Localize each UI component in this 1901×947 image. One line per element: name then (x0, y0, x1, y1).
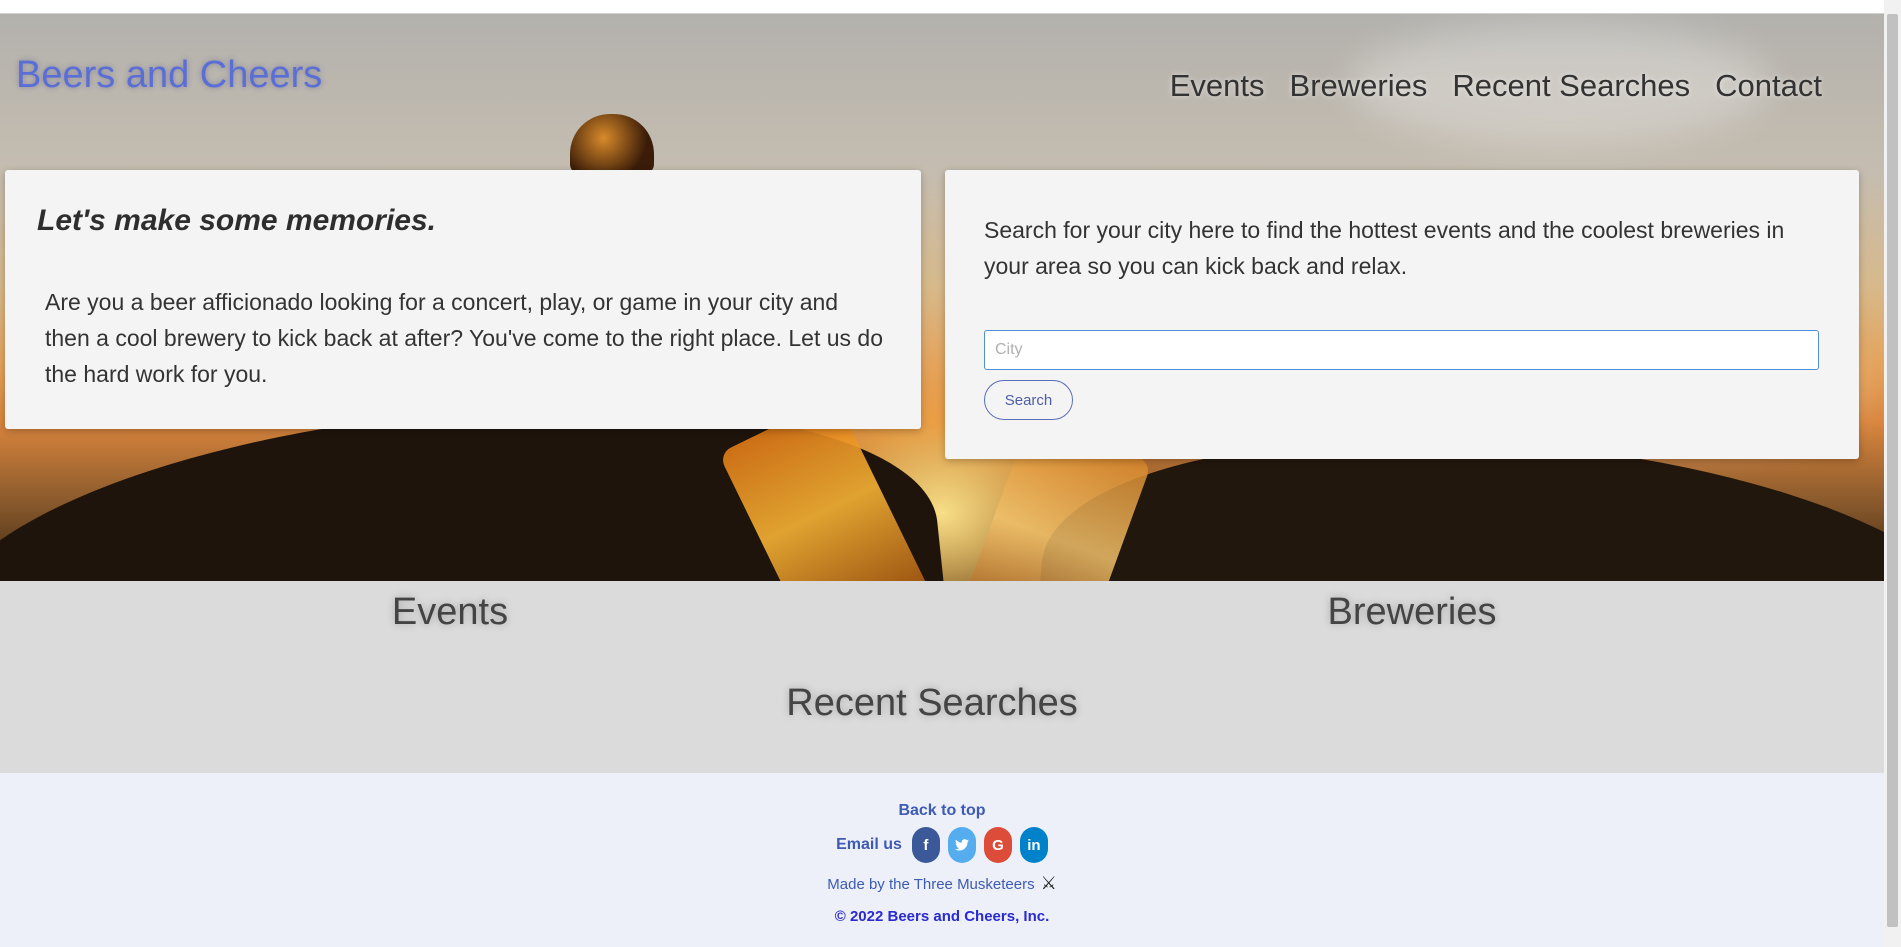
nav-recent-searches[interactable]: Recent Searches (1452, 68, 1690, 104)
made-by-credit: Made by the Three Musketeers ⚔ (0, 873, 1884, 894)
back-to-top-link[interactable]: Back to top (0, 802, 1884, 820)
intro-text: Are you a beer afficionado looking for a… (45, 289, 883, 387)
results-section: Events Breweries Recent Searches (0, 581, 1884, 773)
linkedin-icon[interactable]: in (1019, 827, 1048, 863)
scrollbar-thumb[interactable] (1887, 14, 1898, 927)
twitter-icon[interactable] (947, 827, 976, 863)
events-heading: Events (391, 591, 509, 633)
contact-row: Email us f G in (0, 827, 1884, 863)
hero-bottle-cap (570, 114, 654, 174)
google-icon[interactable]: G (983, 827, 1012, 863)
recent-searches-heading: Recent Searches (786, 682, 1078, 724)
page-scrollbar[interactable] (1884, 0, 1901, 947)
search-button[interactable]: Search (984, 380, 1073, 420)
intro-heading: Let's make some memories. (37, 204, 436, 237)
footer: Back to top Email us f G in Made by the … (0, 773, 1884, 947)
nav-events[interactable]: Events (1170, 68, 1265, 104)
search-description: Search for your city here to find the ho… (984, 217, 1785, 279)
copyright: © 2022 Beers and Cheers, Inc. (834, 908, 1050, 925)
search-card: Search for your city here to find the ho… (945, 170, 1859, 459)
nav-breweries[interactable]: Breweries (1290, 68, 1428, 104)
nav-contact[interactable]: Contact (1715, 68, 1822, 104)
crossed-swords-icon: ⚔ (1040, 873, 1057, 893)
email-us-link[interactable]: Email us (836, 836, 902, 854)
browser-top-strip (0, 0, 1884, 14)
brand-logo[interactable]: Beers and Cheers (16, 54, 322, 97)
intro-card: Let's make some memories. Are you a beer… (5, 170, 921, 429)
facebook-icon[interactable]: f (911, 827, 940, 863)
made-by-text: Made by the Three Musketeers (827, 876, 1035, 893)
breweries-heading: Breweries (1327, 591, 1497, 633)
twitter-bird-glyph (954, 839, 969, 851)
hero-banner: Beers and Cheers Events Breweries Recent… (0, 14, 1884, 581)
main-nav: Events Breweries Recent Searches Contact (1170, 68, 1822, 104)
city-search-input[interactable] (984, 330, 1819, 370)
